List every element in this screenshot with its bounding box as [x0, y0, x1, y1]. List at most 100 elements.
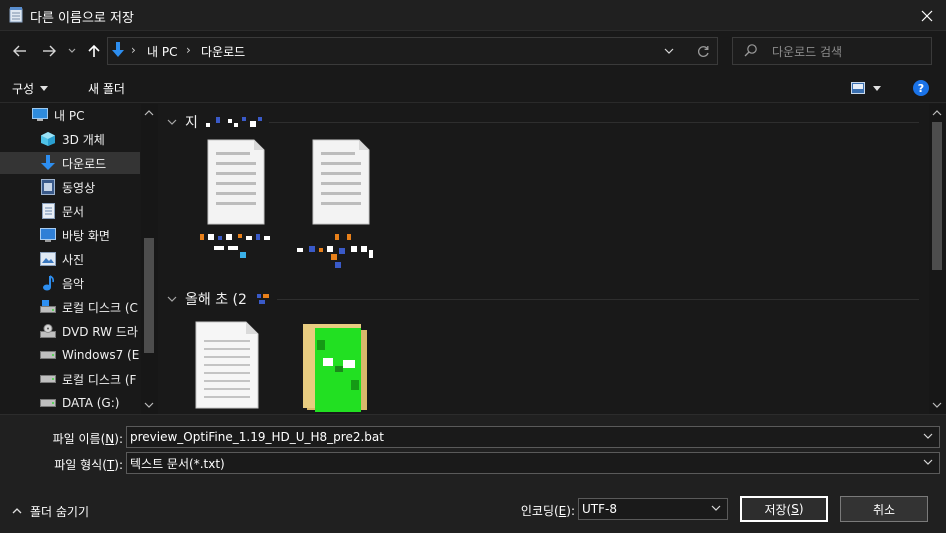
cancel-button[interactable]: 취소 — [840, 496, 928, 522]
sidebar-item-label: DVD RW 드라 — [62, 324, 138, 339]
text-file-icon — [207, 139, 265, 225]
arrow-left-icon — [13, 45, 26, 57]
sidebar-item-music[interactable]: 음악 — [0, 272, 140, 294]
breadcrumb-separator[interactable]: › — [186, 43, 191, 57]
command-bar — [0, 71, 946, 103]
file-item[interactable] — [297, 138, 399, 288]
sidebar-item-local-disk-f[interactable]: 로컬 디스크 (F — [0, 368, 140, 390]
breadcrumb-separator: › — [131, 43, 136, 57]
breadcrumb-this-pc[interactable]: 내 PC — [147, 43, 177, 60]
filetype-select[interactable]: 텍스트 문서(*.txt) — [126, 452, 940, 474]
sidebar-item-label: DATA (G:) — [62, 396, 120, 410]
address-bar[interactable] — [107, 37, 718, 65]
chevron-down-icon — [167, 119, 177, 125]
sidebar-item-this-pc[interactable]: 내 PC — [0, 104, 140, 126]
sidebar-item-dvd-drive[interactable]: DVD RW 드라 — [0, 320, 140, 342]
close-button[interactable] — [908, 0, 946, 31]
window-title: 다른 이름으로 저장 — [30, 11, 134, 26]
navigation-pane: 내 PC 3D 개체 다운로드 동영상 문서 바탕 화면 사진 음악 로컬 디스… — [0, 104, 158, 414]
chevron-down-icon — [68, 48, 76, 53]
sidebar-scroll-thumb[interactable] — [144, 238, 154, 353]
desktop-icon — [40, 227, 56, 243]
sidebar-item-local-disk-c[interactable]: 로컬 디스크 (C — [0, 296, 140, 318]
sidebar-item-windows7-e[interactable]: Windows7 (E:) — [0, 344, 140, 366]
pixelated-name-image — [205, 117, 262, 127]
group-header[interactable]: 지 — [167, 112, 266, 132]
organize-button[interactable]: 구성 — [12, 78, 49, 98]
chevron-down-icon — [664, 48, 674, 54]
sidebar-item-label: 로컬 디스크 (C — [62, 300, 138, 315]
drive-icon — [40, 395, 56, 411]
text-file-icon — [195, 321, 259, 409]
organize-label: 구성 — [12, 81, 35, 96]
music-icon — [40, 275, 56, 291]
video-icon — [40, 179, 56, 195]
chevron-down-icon[interactable] — [923, 457, 933, 467]
pixelated-filename-image — [200, 234, 270, 258]
chevron-down-icon[interactable] — [711, 503, 721, 513]
sidebar-item-data-g[interactable]: DATA (G:) — [0, 392, 140, 414]
text-file-icon — [312, 139, 370, 225]
picture-icon — [40, 251, 56, 267]
hide-folders-label: 폴더 숨기기 — [30, 504, 90, 519]
file-item[interactable] — [194, 320, 294, 414]
drive-icon — [40, 371, 56, 387]
sidebar-item-label: 다운로드 — [62, 156, 107, 171]
sidebar-item-desktop[interactable]: 바탕 화면 — [0, 224, 140, 246]
sidebar-item-label: 문서 — [62, 204, 85, 219]
help-button[interactable]: ? — [913, 80, 929, 96]
group-title: 지 — [185, 115, 198, 131]
filetype-value: 텍스트 문서(*.txt) — [130, 456, 225, 471]
sidebar-item-label: 동영상 — [62, 180, 96, 195]
sidebar-item-label: Windows7 (E:) — [62, 348, 140, 362]
scroll-down-icon[interactable] — [932, 400, 942, 410]
search-placeholder: 다운로드 검색 — [772, 45, 843, 59]
folder-image-icon — [303, 324, 367, 412]
filename-field[interactable]: preview_OptiFine_1.19_HD_U_H8_pre2.bat — [126, 426, 940, 448]
sidebar-item-documents[interactable]: 문서 — [0, 200, 140, 222]
view-options-button[interactable] — [851, 80, 891, 96]
filename-label: 파일 이름(N): — [52, 432, 123, 446]
hide-folders-button[interactable]: 폴더 숨기기 — [12, 503, 89, 519]
back-button[interactable] — [9, 40, 31, 62]
caret-down-icon — [40, 85, 49, 91]
chevron-down-icon — [167, 296, 177, 302]
scroll-down-icon[interactable] — [144, 400, 154, 410]
file-list-scroll-thumb[interactable] — [932, 122, 942, 270]
file-list[interactable]: 지 올해 초 (2 — [159, 104, 929, 414]
filename-value: preview_OptiFine_1.19_HD_U_H8_pre2.bat — [130, 430, 384, 444]
filetype-label: 파일 형식(T): — [54, 458, 123, 472]
sidebar-item-3d-objects[interactable]: 3D 개체 — [0, 128, 140, 150]
breadcrumb-downloads[interactable]: 다운로드 — [201, 43, 245, 60]
forward-button[interactable] — [38, 40, 60, 62]
scroll-up-icon[interactable] — [932, 108, 942, 118]
sidebar-item-label: 음악 — [62, 276, 85, 291]
group-header[interactable]: 올해 초 (2 — [167, 289, 273, 309]
arrow-up-icon — [88, 44, 100, 57]
sidebar-item-downloads[interactable]: 다운로드 — [0, 152, 140, 174]
encoding-select[interactable]: UTF-8 — [578, 498, 728, 520]
pc-icon — [32, 107, 48, 123]
dvd-icon — [40, 323, 56, 339]
sidebar-item-label: 3D 개체 — [62, 132, 105, 147]
chevron-down-icon[interactable] — [923, 431, 933, 441]
recent-locations-button[interactable] — [64, 40, 80, 62]
sidebar-item-label: 바탕 화면 — [62, 228, 110, 243]
group-title: 올해 초 (2 — [185, 292, 247, 308]
new-folder-button[interactable]: 새 폴더 — [88, 78, 125, 98]
refresh-button[interactable] — [693, 41, 713, 61]
up-button[interactable] — [83, 40, 105, 62]
sidebar-item-pictures[interactable]: 사진 — [0, 248, 140, 270]
encoding-label: 인코딩(E): — [520, 504, 575, 518]
save-button[interactable]: 저장(S) — [740, 496, 828, 522]
file-item[interactable] — [301, 320, 401, 414]
refresh-icon — [697, 45, 709, 57]
download-icon — [40, 155, 56, 171]
sidebar-item-videos[interactable]: 동영상 — [0, 176, 140, 198]
scroll-up-icon[interactable] — [144, 108, 154, 118]
address-history-button[interactable] — [659, 41, 679, 61]
file-item[interactable] — [194, 138, 294, 288]
download-icon — [112, 42, 124, 57]
sidebar-item-label: 로컬 디스크 (F — [62, 372, 137, 387]
cube-icon — [40, 131, 56, 147]
